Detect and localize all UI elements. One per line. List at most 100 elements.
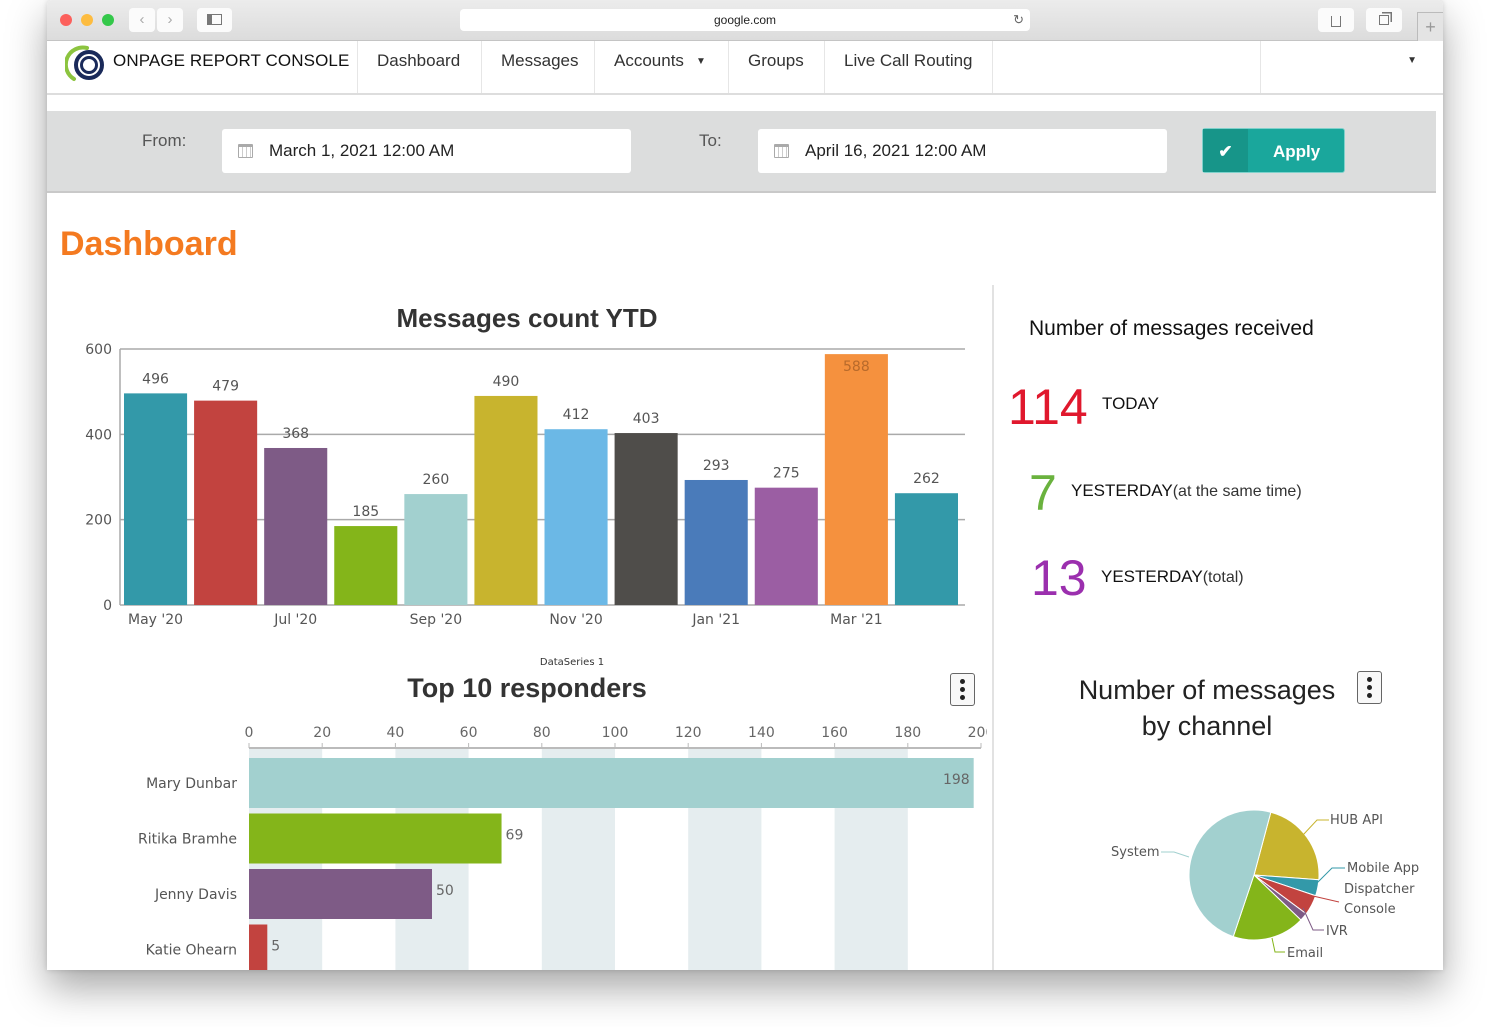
- pie-label: Email: [1287, 946, 1323, 961]
- new-tab-icon[interactable]: +: [1417, 12, 1443, 41]
- bar-Feb '21: [754, 487, 818, 605]
- bar-Sep '20: [404, 494, 468, 605]
- url-bar[interactable]: google.com ↻: [460, 9, 1030, 31]
- bar-Jun '20: [194, 400, 258, 605]
- x-tick-label: 200: [968, 725, 987, 741]
- bar-value-label: 490: [493, 374, 520, 390]
- top-responders-title: Top 10 responders: [407, 673, 647, 703]
- top-navbar: ONPAGE REPORT CONSOLE Dashboard Messages…: [47, 41, 1443, 95]
- bar-ritika-bramhe: [249, 813, 502, 864]
- x-tick-label: 180: [894, 725, 921, 741]
- x-tick-label: 120: [675, 725, 702, 741]
- pie-label: Console: [1344, 902, 1396, 917]
- from-date-input[interactable]: March 1, 2021 12:00 AM: [222, 129, 631, 173]
- yesterday-same-time-label: YESTERDAY(at the same time): [1071, 481, 1302, 501]
- nav-dashboard[interactable]: Dashboard: [357, 41, 479, 93]
- from-date-value: March 1, 2021 12:00 AM: [269, 141, 455, 160]
- nav-accounts[interactable]: Accounts ▼: [594, 41, 725, 93]
- apply-button[interactable]: ✔ Apply: [1202, 128, 1345, 173]
- back-icon[interactable]: ‹: [129, 8, 155, 32]
- share-icon[interactable]: [1318, 8, 1354, 32]
- nav-live-call-routing[interactable]: Live Call Routing: [824, 41, 993, 93]
- sidebar-icon[interactable]: [197, 8, 232, 32]
- yesterday-same-time-label-text: YESTERDAY: [1071, 481, 1173, 500]
- tabs-icon[interactable]: [1366, 8, 1402, 32]
- x-tick-label: Jul '20: [273, 612, 317, 628]
- bar-May '20: [124, 393, 188, 605]
- nav-live-call-routing-label: Live Call Routing: [844, 51, 973, 70]
- checkmark-icon: ✔: [1203, 129, 1248, 172]
- bar-Nov '20: [544, 429, 608, 605]
- top-responders-menu-button[interactable]: [950, 673, 975, 706]
- minimize-window-button[interactable]: [81, 14, 93, 26]
- browser-toolbar: ‹ › google.com ↻ +: [47, 0, 1443, 41]
- maximize-window-button[interactable]: [102, 14, 114, 26]
- x-tick-label: Mar '21: [830, 612, 883, 628]
- bar-value-label: 185: [352, 504, 379, 520]
- bar-Oct '20: [474, 395, 538, 605]
- pie-label: HUB API: [1330, 813, 1383, 828]
- y-tick-label: Ritika Bramhe: [138, 832, 237, 848]
- bar-value-label: 275: [773, 466, 800, 482]
- url-text: google.com: [713, 13, 777, 27]
- page-title: Dashboard: [60, 225, 238, 263]
- y-tick-label: Katie Ohearn: [146, 943, 237, 959]
- nav-dashboard-label: Dashboard: [377, 51, 461, 70]
- to-date-input[interactable]: April 16, 2021 12:00 AM: [758, 129, 1167, 173]
- x-tick-label: 60: [460, 725, 478, 741]
- bar-value-label: 293: [703, 458, 730, 474]
- y-tick-label: 400: [85, 427, 112, 443]
- bar-value-label: 50: [436, 883, 454, 899]
- close-window-button[interactable]: [60, 14, 72, 26]
- yesterday-same-time-count: 7: [1029, 465, 1057, 521]
- reload-icon[interactable]: ↻: [1013, 9, 1024, 31]
- browser-window: ‹ › google.com ↻ + ONPAGE REPORT CONSOLE…: [47, 0, 1443, 970]
- bar-value-label: 198: [943, 772, 970, 788]
- bar-Jul '20: [264, 447, 328, 605]
- channel-chart-menu-button[interactable]: [1357, 671, 1382, 704]
- bar-jenny-davis: [249, 869, 432, 919]
- chevron-down-icon: ▼: [695, 56, 706, 67]
- to-date-value: April 16, 2021 12:00 AM: [805, 141, 987, 160]
- yesterday-total-label-text: YESTERDAY: [1101, 567, 1203, 586]
- x-tick-label: 140: [748, 725, 775, 741]
- pie-label-connector: [1316, 867, 1345, 884]
- pie-label-connector: [1302, 819, 1329, 836]
- bar-value-label: 69: [506, 828, 524, 844]
- nav-accounts-label: Accounts: [614, 51, 684, 70]
- pie-label: Dispatcher: [1344, 882, 1415, 897]
- user-menu[interactable]: ▼: [1260, 41, 1443, 93]
- nav-groups-label: Groups: [748, 51, 804, 70]
- bar-Dec '20: [614, 433, 678, 605]
- bar-value-label: 262: [913, 471, 940, 487]
- x-tick-label: 80: [533, 725, 551, 741]
- pie-label-connector: [1312, 895, 1340, 903]
- today-count: 114: [1008, 379, 1088, 435]
- x-tick-label: 0: [245, 725, 254, 741]
- onpage-logo-icon: [65, 45, 104, 81]
- yesterday-total-count: 13: [1031, 550, 1087, 606]
- y-tick-label: 0: [103, 598, 112, 614]
- pie-label-connector: [1271, 937, 1285, 953]
- x-tick-label: Sep '20: [410, 612, 463, 628]
- brand-title: ONPAGE REPORT CONSOLE: [113, 51, 350, 70]
- apply-button-label: Apply: [1273, 142, 1321, 161]
- to-label: To:: [699, 131, 722, 150]
- bar-value-label: 412: [563, 407, 590, 423]
- nav-groups[interactable]: Groups: [728, 41, 823, 93]
- today-label: TODAY: [1102, 394, 1159, 414]
- calendar-icon: [774, 144, 789, 158]
- y-tick-label: Jenny Davis: [154, 887, 237, 903]
- bar-Jan '21: [684, 479, 748, 605]
- x-tick-label: 160: [821, 725, 848, 741]
- y-tick-label: Mary Dunbar: [146, 776, 237, 792]
- bar-katie-ohearn: [249, 924, 268, 970]
- forward-icon[interactable]: ›: [157, 8, 183, 32]
- column-divider: [992, 285, 994, 970]
- from-label: From:: [142, 131, 187, 150]
- nav-messages[interactable]: Messages: [481, 41, 597, 93]
- chevron-down-icon: ▼: [1407, 55, 1417, 66]
- yesterday-total-label: YESTERDAY(total): [1101, 567, 1244, 587]
- date-filter-bar: From: March 1, 2021 12:00 AM To: April 1…: [47, 111, 1436, 193]
- today-label-text: TODAY: [1102, 394, 1159, 413]
